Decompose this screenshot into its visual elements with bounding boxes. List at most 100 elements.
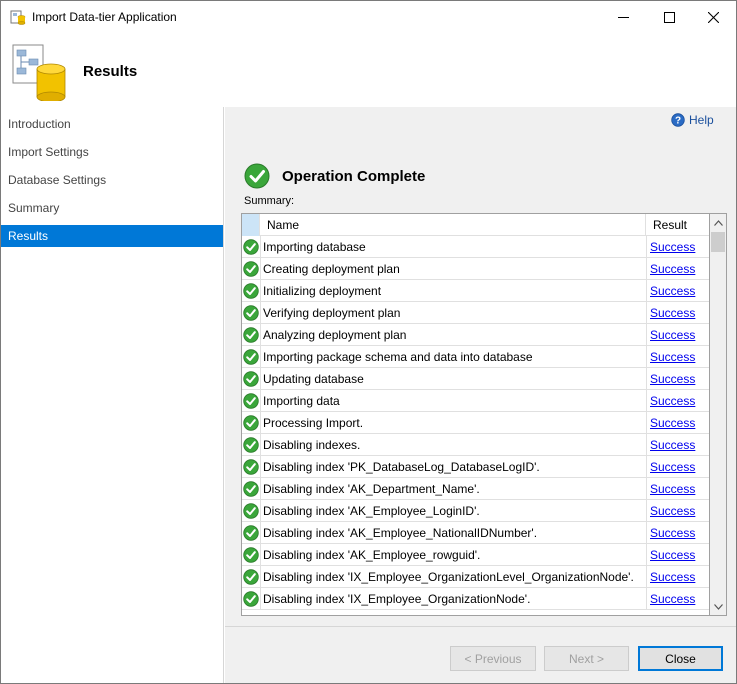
table-row[interactable]: Importing data Success xyxy=(242,390,709,412)
table-row[interactable]: Disabling index 'IX_Employee_Organizatio… xyxy=(242,566,709,588)
vertical-scrollbar[interactable] xyxy=(710,213,727,616)
cell-divider xyxy=(260,346,261,368)
row-name: Disabling index 'IX_Employee_Organizatio… xyxy=(263,570,634,584)
table-row[interactable]: Verifying deployment plan Success xyxy=(242,302,709,324)
success-check-icon xyxy=(243,547,259,563)
table-row[interactable]: Disabling indexes. Success xyxy=(242,434,709,456)
close-window-button[interactable] xyxy=(690,1,736,33)
result-link[interactable]: Success xyxy=(650,280,695,302)
data-tier-application-icon xyxy=(12,44,66,101)
success-check-icon xyxy=(243,569,259,585)
result-link[interactable]: Success xyxy=(650,500,695,522)
results-panel: ? Help Operation Complete Summary: Name … xyxy=(225,107,736,683)
success-check-icon xyxy=(243,525,259,541)
row-name: Processing Import. xyxy=(263,416,364,430)
previous-button[interactable]: < Previous xyxy=(450,646,536,671)
result-link[interactable]: Success xyxy=(650,258,695,280)
table-row[interactable]: Analyzing deployment plan Success xyxy=(242,324,709,346)
result-link[interactable]: Success xyxy=(650,324,695,346)
row-name: Importing database xyxy=(263,240,366,254)
cell-divider xyxy=(646,258,647,280)
result-link[interactable]: Success xyxy=(650,302,695,324)
grid-header: Name Result xyxy=(242,214,709,236)
success-check-icon xyxy=(243,239,259,255)
cell-divider xyxy=(646,456,647,478)
result-link[interactable]: Success xyxy=(650,478,695,500)
maximize-button[interactable] xyxy=(646,1,692,33)
cell-divider xyxy=(260,280,261,302)
sidebar-item-import-settings[interactable]: Import Settings xyxy=(1,141,223,163)
table-row[interactable]: Disabling index 'IX_Employee_Organizatio… xyxy=(242,588,709,610)
result-link[interactable]: Success xyxy=(650,368,695,390)
cell-divider xyxy=(260,456,261,478)
help-link[interactable]: ? Help xyxy=(671,113,714,127)
summary-label: Summary: xyxy=(244,195,295,207)
result-link[interactable]: Success xyxy=(650,588,695,610)
table-row[interactable]: Disabling index 'AK_Department_Name'. Suc… xyxy=(242,478,709,500)
success-check-icon xyxy=(243,349,259,365)
operation-title: Operation Complete xyxy=(282,168,426,185)
sidebar-item-results[interactable]: Results xyxy=(1,225,223,247)
grid-header-selector[interactable] xyxy=(242,214,260,236)
result-link[interactable]: Success xyxy=(650,346,695,368)
column-header-result[interactable]: Result xyxy=(646,214,709,236)
success-check-icon xyxy=(243,481,259,497)
close-icon xyxy=(707,11,719,23)
scroll-down-button[interactable] xyxy=(710,598,726,615)
cell-divider xyxy=(646,390,647,412)
table-row[interactable]: Initializing deployment Success xyxy=(242,280,709,302)
sidebar-item-summary[interactable]: Summary xyxy=(1,197,223,219)
row-name: Disabling index 'AK_Employee_NationalIDN… xyxy=(263,526,538,540)
sidebar-item-introduction[interactable]: Introduction xyxy=(1,113,223,135)
table-row[interactable]: Creating deployment plan Success xyxy=(242,258,709,280)
result-link[interactable]: Success xyxy=(650,390,695,412)
success-check-icon xyxy=(243,503,259,519)
grid-body: Importing database Success Creating deploy… xyxy=(242,236,709,610)
help-label: Help xyxy=(689,113,714,127)
cell-divider xyxy=(260,412,261,434)
table-row[interactable]: Disabling index 'AK_Employee_rowguid'. Su… xyxy=(242,544,709,566)
page-title: Results xyxy=(83,63,138,80)
cell-divider xyxy=(260,368,261,390)
table-row[interactable]: Disabling index 'AK_Employee_NationalIDN… xyxy=(242,522,709,544)
scroll-thumb[interactable] xyxy=(711,232,725,252)
cell-divider xyxy=(646,368,647,390)
close-button[interactable]: Close xyxy=(638,646,723,671)
success-check-icon xyxy=(243,393,259,409)
success-check-icon xyxy=(243,415,259,431)
cell-divider xyxy=(646,522,647,544)
result-link[interactable]: Success xyxy=(650,522,695,544)
scroll-up-button[interactable] xyxy=(710,214,726,231)
minimize-icon xyxy=(617,16,629,18)
result-link[interactable]: Success xyxy=(650,544,695,566)
table-row[interactable]: Processing Import. Success xyxy=(242,412,709,434)
minimize-button[interactable] xyxy=(600,1,646,33)
result-link[interactable]: Success xyxy=(650,456,695,478)
result-link[interactable]: Success xyxy=(650,434,695,456)
maximize-icon xyxy=(663,11,675,23)
result-link[interactable]: Success xyxy=(650,566,695,588)
cell-divider xyxy=(646,280,647,302)
cell-divider xyxy=(260,390,261,412)
row-name: Updating database xyxy=(263,372,364,386)
result-link[interactable]: Success xyxy=(650,412,695,434)
success-check-icon xyxy=(243,459,259,475)
table-row[interactable]: Importing package schema and data into d… xyxy=(242,346,709,368)
cell-divider xyxy=(260,236,261,258)
row-name: Importing data xyxy=(263,394,340,408)
cell-divider xyxy=(646,588,647,610)
result-link[interactable]: Success xyxy=(650,236,695,258)
success-check-icon xyxy=(243,261,259,277)
table-row[interactable]: Updating database Success xyxy=(242,368,709,390)
title-bar: Import Data-tier Application xyxy=(1,1,736,33)
row-name: Disabling index 'PK_DatabaseLog_Database… xyxy=(263,460,540,474)
cell-divider xyxy=(260,522,261,544)
table-row[interactable]: Importing database Success xyxy=(242,236,709,258)
results-grid[interactable]: Name Result Importing database Success Cre… xyxy=(241,213,710,616)
table-row[interactable]: Disabling index 'AK_Employee_LoginID'. Su… xyxy=(242,500,709,522)
next-button[interactable]: Next > xyxy=(544,646,629,671)
chevron-up-icon xyxy=(713,219,723,226)
table-row[interactable]: Disabling index 'PK_DatabaseLog_Database… xyxy=(242,456,709,478)
sidebar-item-database-settings[interactable]: Database Settings xyxy=(1,169,223,191)
column-header-name[interactable]: Name xyxy=(260,214,646,236)
